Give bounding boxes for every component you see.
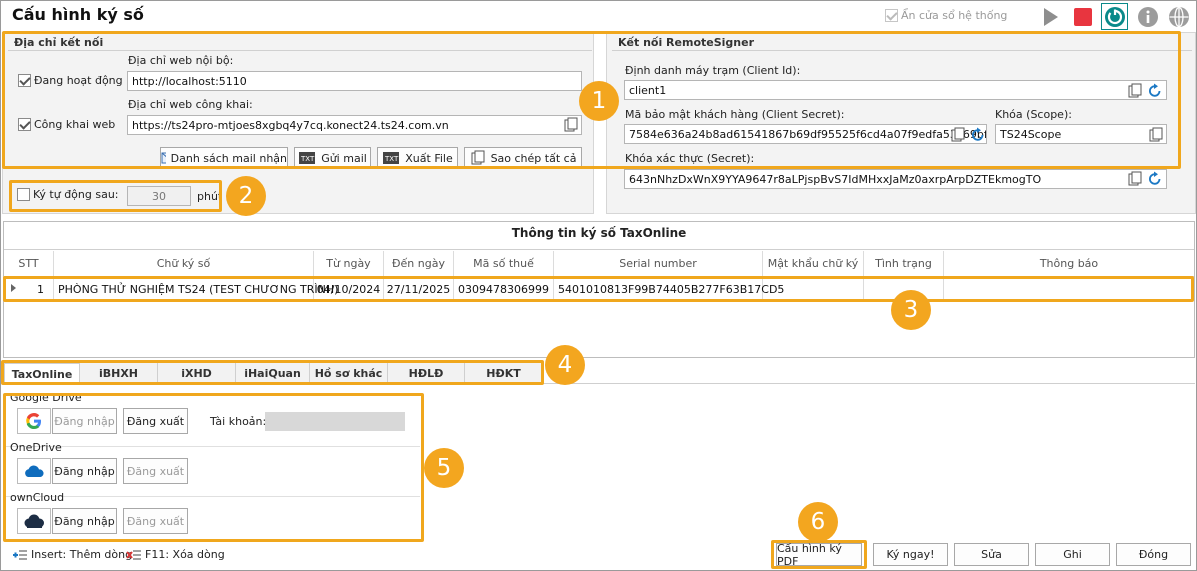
step-badge-5: 5	[424, 448, 464, 488]
col-header-serial[interactable]: Serial number	[554, 251, 763, 276]
stop-button[interactable]	[1069, 3, 1097, 30]
highlight-box-2	[9, 180, 222, 212]
col-header-notice[interactable]: Thông báo	[944, 251, 1194, 276]
col-header-to-date[interactable]: Đến ngày	[384, 251, 454, 276]
col-header-signature[interactable]: Chữ ký số	[54, 251, 314, 276]
play-button[interactable]	[1037, 3, 1065, 30]
reset-icon[interactable]	[1147, 171, 1163, 187]
save-button[interactable]: Ghi	[1035, 543, 1110, 566]
highlight-box-5	[3, 393, 424, 542]
info-icon	[1138, 6, 1158, 27]
hide-os-label: Ẩn cửa sổ hệ thống	[901, 9, 1008, 22]
globe-button[interactable]	[1165, 3, 1193, 30]
checkbox-icon	[885, 9, 898, 22]
step-badge-6: 6	[798, 502, 838, 542]
info-button[interactable]	[1134, 3, 1162, 30]
edit-button[interactable]: Sửa	[954, 543, 1029, 566]
insert-hint: Insert: Thêm dòng	[12, 548, 132, 561]
play-icon	[1044, 7, 1058, 26]
power-refresh-icon	[1104, 6, 1125, 27]
step-badge-3: 3	[891, 290, 931, 330]
step-badge-4: 4	[545, 345, 585, 385]
highlight-box-4	[1, 360, 544, 385]
divider	[4, 249, 1194, 250]
col-header-from-date[interactable]: Từ ngày	[314, 251, 384, 276]
add-row-icon	[13, 550, 27, 559]
step-badge-2: 2	[226, 176, 266, 216]
close-button[interactable]: Đóng	[1116, 543, 1191, 566]
grid-title: Thông tin ký số TaxOnline	[511, 226, 687, 240]
step-badge-1: 1	[579, 81, 619, 121]
hide-os-checkbox[interactable]: Ẩn cửa sổ hệ thống	[885, 9, 1007, 22]
delete-row-icon	[126, 550, 141, 559]
highlight-box-6	[771, 540, 867, 569]
window-title: Cấu hình ký số	[12, 5, 144, 24]
col-header-status[interactable]: Tình trạng	[864, 251, 944, 276]
auth-secret-input[interactable]: 643nNhzDxWnX9YYA9647r8aLPjspBvS7IdMHxxJa…	[624, 169, 1167, 189]
highlight-box-3	[3, 276, 1194, 302]
refresh-button[interactable]	[1101, 3, 1128, 30]
col-header-tax-code[interactable]: Mã số thuế	[454, 251, 554, 276]
col-header-password[interactable]: Mật khẩu chữ ký	[763, 251, 864, 276]
delete-hint: F11: Xóa dòng	[126, 548, 225, 561]
sign-now-button[interactable]: Ký ngay!	[873, 543, 948, 566]
col-header-stt[interactable]: STT	[4, 251, 54, 276]
copy-icon[interactable]	[1127, 171, 1143, 187]
stop-icon	[1074, 7, 1092, 26]
globe-icon	[1169, 6, 1189, 27]
